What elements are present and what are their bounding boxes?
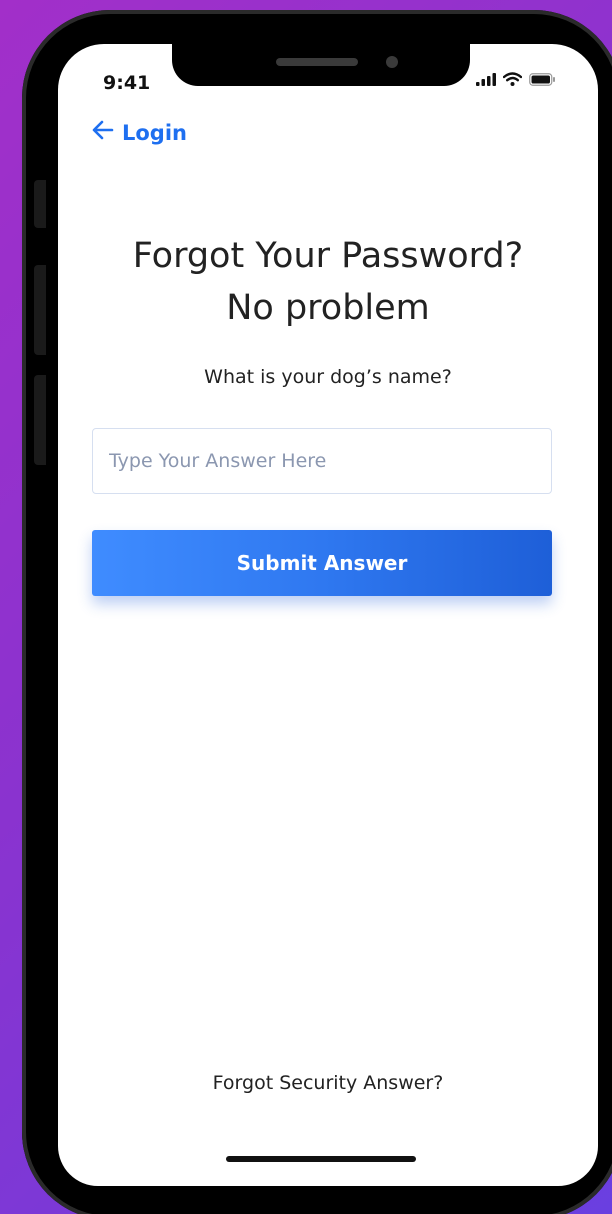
phone-screen: 9:41 Login Forgot Your Password? No prob…: [58, 44, 598, 1186]
forgot-security-answer-link[interactable]: Forgot Security Answer?: [58, 1072, 598, 1094]
mute-switch: [34, 180, 46, 228]
page-title-line1: Forgot Your Password?: [132, 236, 524, 276]
notch: [172, 44, 470, 86]
page-title: Forgot Your Password? No problem: [58, 230, 598, 334]
page-title-line2: No problem: [226, 288, 430, 328]
wifi-icon: [503, 72, 522, 86]
back-link-label: Login: [122, 120, 187, 145]
status-time: 9:41: [103, 72, 151, 94]
battery-icon: [529, 72, 556, 86]
security-answer-input[interactable]: [92, 428, 552, 494]
cellular-signal-icon: [476, 72, 496, 86]
speaker-grille: [276, 58, 358, 66]
front-camera: [386, 56, 398, 68]
status-icons: [476, 72, 556, 86]
submit-answer-button[interactable]: Submit Answer: [92, 530, 552, 596]
arrow-left-icon: [92, 120, 114, 145]
security-question: What is your dog’s name?: [204, 366, 452, 388]
volume-up-button: [34, 265, 46, 355]
volume-down-button: [34, 375, 46, 465]
home-indicator[interactable]: [226, 1156, 416, 1162]
back-to-login-link[interactable]: Login: [92, 120, 187, 145]
